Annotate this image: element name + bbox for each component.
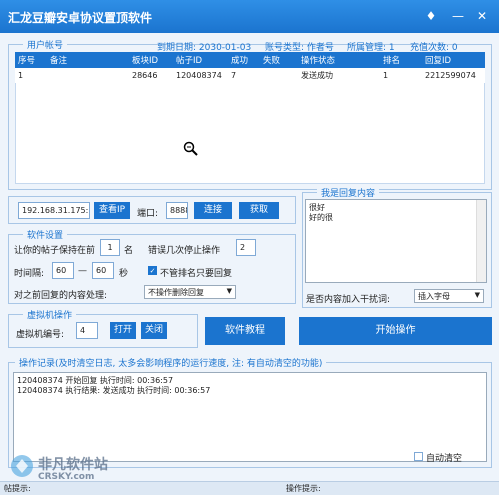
keep-rank-input[interactable]: 1: [100, 239, 120, 256]
title-bar: 汇龙豆瓣安卓协议置顶软件 ♦ — ✕: [0, 0, 499, 33]
reply-textarea[interactable]: 很好 好的很: [305, 199, 487, 283]
table-cell: 28646: [132, 71, 158, 80]
vm-legend: 虚拟机操作: [23, 308, 77, 321]
interval-from-input[interactable]: 60: [52, 262, 74, 279]
watermark-logo: 非凡软件站 CRSKY.com: [10, 452, 160, 482]
table-header: 序号 备注 板块ID 帖子ID 成功 失败 操作状态 排名 回复ID: [15, 52, 485, 68]
table-cell: [47, 68, 129, 83]
status-right: 操作提示:: [286, 484, 321, 493]
auto-clear-label: 自动清空: [426, 454, 463, 464]
settings-legend: 软件设置: [23, 228, 68, 241]
column-header[interactable]: 回复ID: [422, 52, 485, 68]
port-input[interactable]: 8888: [166, 202, 188, 219]
reply-legend: 我是回复内容: [317, 186, 380, 199]
status-left: 帖提示:: [4, 484, 31, 493]
vm-close-button[interactable]: 关闭: [141, 322, 167, 339]
table-cell: 1: [383, 71, 389, 80]
keep-rank-label: 让你的帖子保持在前: [14, 246, 96, 256]
vm-open-button[interactable]: 打开: [110, 322, 136, 339]
zoom-cursor-icon: [183, 141, 198, 156]
error-count-label: 错误几次停止操作: [148, 246, 221, 256]
keep-rank-suffix: 名: [124, 246, 134, 256]
prev-reply-select[interactable]: 不操作删除回复 ▼: [144, 285, 236, 299]
table-cell: 2212599074: [425, 71, 476, 80]
log-legend: 操作记录(及时清空日志, 太多会影响程序的运行速度, 注: 有自动清空的功能): [15, 356, 327, 369]
column-header[interactable]: 操作状态: [298, 52, 380, 68]
log-line: 120408374 执行结果: 发送成功 执行时间: 00:36:57: [17, 386, 211, 395]
tutorial-button[interactable]: 软件教程: [205, 317, 285, 345]
interval-to-input[interactable]: 60: [92, 262, 114, 279]
log-line: 120408374 开始回复 执行时间: 00:36:57: [17, 376, 174, 385]
interval-label: 时间隔:: [14, 269, 45, 279]
disturb-label: 是否内容加入干扰词:: [306, 295, 391, 305]
column-header[interactable]: 成功: [228, 52, 260, 68]
seconds-label: 秒: [119, 269, 129, 279]
view-ip-button[interactable]: 查看IP: [94, 202, 130, 219]
skin-icon[interactable]: ♦: [424, 9, 438, 23]
log-textarea[interactable]: 120408374 开始回复 执行时间: 00:36:57 120408374 …: [13, 372, 487, 462]
table-row[interactable]: 1 28646 120408374 7 发送成功 1 2212599074: [15, 68, 485, 83]
disturb-select[interactable]: 插入字母 ▼: [414, 289, 484, 303]
port-label: 端口:: [137, 209, 159, 219]
auto-clear-checkbox[interactable]: [414, 452, 423, 461]
ignore-rank-checkbox[interactable]: ✓: [148, 266, 157, 275]
disturb-value: 插入字母: [418, 292, 450, 301]
watermark-icon: [11, 455, 33, 477]
prev-reply-value: 不操作删除回复: [148, 288, 204, 297]
table-cell: 1: [18, 71, 24, 80]
column-header[interactable]: 序号: [15, 52, 47, 68]
column-header[interactable]: 帖子ID: [173, 52, 228, 68]
reply-line: 好的很: [309, 213, 333, 222]
prev-reply-label: 对之前回复的内容处理:: [14, 291, 108, 301]
table-cell: 120408374: [176, 71, 222, 80]
column-header[interactable]: 排名: [380, 52, 422, 68]
interval-dash: —: [78, 266, 87, 276]
table-cell: [260, 68, 298, 83]
table-cell: 发送成功: [301, 71, 333, 80]
proxy-ip-input[interactable]: 192.168.31.175:: [18, 202, 90, 219]
watermark-cn: 非凡软件站: [38, 457, 108, 473]
vm-number-input[interactable]: 4: [76, 322, 98, 339]
start-button[interactable]: 开始操作: [299, 317, 492, 345]
column-header[interactable]: 板块ID: [129, 52, 173, 68]
column-header[interactable]: 备注: [47, 52, 129, 68]
fetch-button[interactable]: 获取: [239, 202, 279, 219]
window-title: 汇龙豆瓣安卓协议置顶软件: [8, 11, 153, 25]
table-cell: 7: [231, 71, 237, 80]
connect-button[interactable]: 连接: [194, 202, 232, 219]
column-header[interactable]: 失败: [260, 52, 298, 68]
account-group-legend: 用户帐号: [23, 38, 68, 51]
close-icon[interactable]: ✕: [475, 9, 489, 23]
account-table[interactable]: 序号 备注 板块ID 帖子ID 成功 失败 操作状态 排名 回复ID 1 286…: [15, 52, 485, 83]
chevron-down-icon: ▼: [226, 287, 232, 295]
status-bar: 帖提示: 操作提示:: [0, 481, 499, 495]
error-count-input[interactable]: 2: [236, 239, 256, 256]
vm-number-label: 虚拟机编号:: [16, 330, 65, 340]
reply-scrollbar[interactable]: [476, 200, 486, 282]
chevron-down-icon: ▼: [474, 291, 480, 299]
ignore-rank-label: 不管排名只要回复: [160, 269, 233, 279]
minimize-icon[interactable]: —: [451, 9, 465, 23]
reply-line: 很好: [309, 203, 325, 212]
